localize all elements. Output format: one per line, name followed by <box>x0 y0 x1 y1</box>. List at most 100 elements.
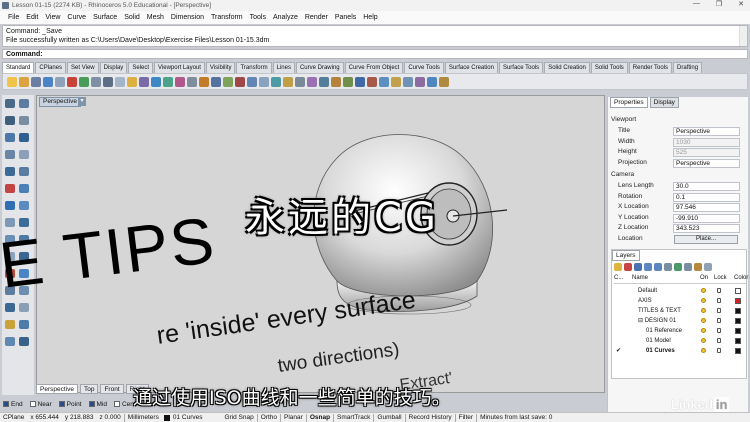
toolbar-tool-icon[interactable] <box>175 76 185 87</box>
layer-name[interactable]: 01 Curves <box>646 348 675 354</box>
tool-palette-icon[interactable] <box>19 337 29 346</box>
osnap-checkbox-near[interactable] <box>29 401 36 407</box>
tool-palette-icon[interactable] <box>19 184 29 193</box>
layer-name[interactable]: ⊟ DESIGN 01 <box>638 317 676 324</box>
toolbar-tab[interactable]: CPlanes <box>35 62 67 73</box>
tool-palette-icon[interactable] <box>5 167 15 176</box>
layers-tool-icon[interactable] <box>704 263 712 271</box>
toolbar-tab[interactable]: Curve Drawing <box>295 62 344 73</box>
toolbar-tool-icon[interactable] <box>7 76 17 87</box>
layer-on-bulb-icon[interactable] <box>701 308 706 313</box>
toolbar-tab[interactable]: Drafting <box>673 62 703 73</box>
status-toggle-gumball[interactable]: Gumball <box>374 414 404 422</box>
layer-lock-icon[interactable] <box>717 298 721 303</box>
layers-tool-icon[interactable] <box>684 263 692 271</box>
menu-item-edit[interactable]: Edit <box>26 14 38 21</box>
layer-row[interactable]: TITLES & TEXT <box>614 306 746 315</box>
toolbar-tool-icon[interactable] <box>127 76 137 87</box>
toolbar-tab[interactable]: Transform <box>236 62 272 73</box>
status-layer[interactable]: 01 Curves <box>170 414 206 421</box>
toolbar-tool-icon[interactable] <box>271 76 281 87</box>
layers-column-header[interactable]: C... <box>614 275 623 281</box>
toolbar-tool-icon[interactable] <box>19 76 29 87</box>
toolbar-tool-icon[interactable] <box>103 76 113 87</box>
menu-item-dimension[interactable]: Dimension <box>171 14 204 21</box>
toolbar-tool-icon[interactable] <box>199 76 209 87</box>
toolbar-tool-icon[interactable] <box>307 76 317 87</box>
command-prompt-input[interactable]: Command: <box>2 49 748 59</box>
toolbar-tool-icon[interactable] <box>223 76 233 87</box>
status-toggle-ortho[interactable]: Ortho <box>258 414 280 422</box>
property-value[interactable]: 525 <box>673 148 740 157</box>
property-value[interactable]: Perspective <box>673 158 740 168</box>
osnap-checkbox-end[interactable] <box>3 401 9 407</box>
toolbar-tool-icon[interactable] <box>139 76 149 87</box>
toolbar-tab[interactable]: Solid Tools <box>590 62 628 73</box>
property-value[interactable]: Perspective <box>673 127 740 136</box>
close-icon[interactable]: ✕ <box>738 0 744 8</box>
property-value[interactable]: 0.1 <box>673 192 740 202</box>
layer-row[interactable]: Default <box>614 286 746 295</box>
osnap-checkbox-cen[interactable] <box>113 401 120 407</box>
toolbar-tool-icon[interactable] <box>319 76 329 87</box>
menu-item-panels[interactable]: Panels <box>335 14 356 21</box>
layer-on-bulb-icon[interactable] <box>701 328 706 333</box>
layer-on-bulb-icon[interactable] <box>701 298 706 303</box>
tool-palette-icon[interactable] <box>19 133 29 142</box>
toolbar-tab[interactable]: Solid Creation <box>544 62 590 73</box>
layers-column-header[interactable]: Name <box>632 275 648 281</box>
menu-item-solid[interactable]: Solid <box>124 14 140 21</box>
menu-item-tools[interactable]: Tools <box>250 14 266 21</box>
layers-tool-icon[interactable] <box>694 263 702 271</box>
toolbar-tool-icon[interactable] <box>259 76 269 87</box>
toolbar-tool-icon[interactable] <box>331 76 341 87</box>
layer-name[interactable]: 01 Model <box>646 338 671 344</box>
toolbar-tab[interactable]: Curve Tools <box>404 62 444 73</box>
layer-lock-icon[interactable] <box>717 308 721 313</box>
toolbar-tool-icon[interactable] <box>235 76 245 87</box>
layer-row[interactable]: ✔ 01 Curves <box>614 346 746 355</box>
layers-tool-icon[interactable] <box>614 263 622 271</box>
layers-tool-icon[interactable] <box>634 263 642 271</box>
toolbar-tab[interactable]: Curve From Object <box>344 62 404 73</box>
toolbar-tab[interactable]: Surface Tools <box>498 62 544 73</box>
toolbar-tool-icon[interactable] <box>55 76 65 87</box>
toolbar-tool-icon[interactable] <box>379 76 389 87</box>
layer-name[interactable]: TITLES & TEXT <box>638 308 681 314</box>
layer-color-swatch[interactable] <box>735 287 741 294</box>
layers-column-header[interactable]: Color <box>734 275 748 281</box>
property-value[interactable]: 1030 <box>673 137 740 147</box>
layer-on-bulb-icon[interactable] <box>701 348 706 353</box>
toolbar-tool-icon[interactable] <box>187 76 197 87</box>
menu-item-curve[interactable]: Curve <box>67 14 86 21</box>
tool-palette-icon[interactable] <box>5 99 15 108</box>
layer-color-swatch[interactable] <box>735 317 741 324</box>
layers-column-header[interactable]: Lock <box>714 275 727 281</box>
property-value[interactable]: 97.546 <box>673 203 740 212</box>
toolbar-tool-icon[interactable] <box>79 76 89 87</box>
layer-lock-icon[interactable] <box>717 328 721 333</box>
layer-on-bulb-icon[interactable] <box>701 338 706 343</box>
toolbar-tool-icon[interactable] <box>151 76 161 87</box>
tool-palette-icon[interactable] <box>19 201 29 210</box>
layer-row[interactable]: AXIS <box>614 296 746 305</box>
layer-lock-icon[interactable] <box>717 288 721 293</box>
property-value[interactable]: 343.523 <box>673 224 740 233</box>
tool-palette-icon[interactable] <box>5 133 15 142</box>
toolbar-tool-icon[interactable] <box>67 76 77 87</box>
tool-palette-icon[interactable] <box>5 116 15 125</box>
viewport-tab-perspective[interactable]: Perspective <box>36 384 78 394</box>
toolbar-tab[interactable]: Display <box>99 62 128 73</box>
layer-name[interactable]: Default <box>638 288 657 294</box>
command-history-scrollbar[interactable] <box>739 26 747 46</box>
layer-on-bulb-icon[interactable] <box>701 318 706 323</box>
toolbar-tool-icon[interactable] <box>439 76 449 87</box>
layer-row[interactable]: 01 Model <box>614 336 746 345</box>
tool-palette-icon[interactable] <box>5 320 15 329</box>
maximize-icon[interactable]: ❐ <box>716 0 722 8</box>
toolbar-tool-icon[interactable] <box>367 76 377 87</box>
tab-properties[interactable]: Properties <box>610 97 648 108</box>
tool-palette-icon[interactable] <box>5 337 15 346</box>
menu-item-help[interactable]: Help <box>363 14 377 21</box>
menu-item-mesh[interactable]: Mesh <box>147 14 164 21</box>
